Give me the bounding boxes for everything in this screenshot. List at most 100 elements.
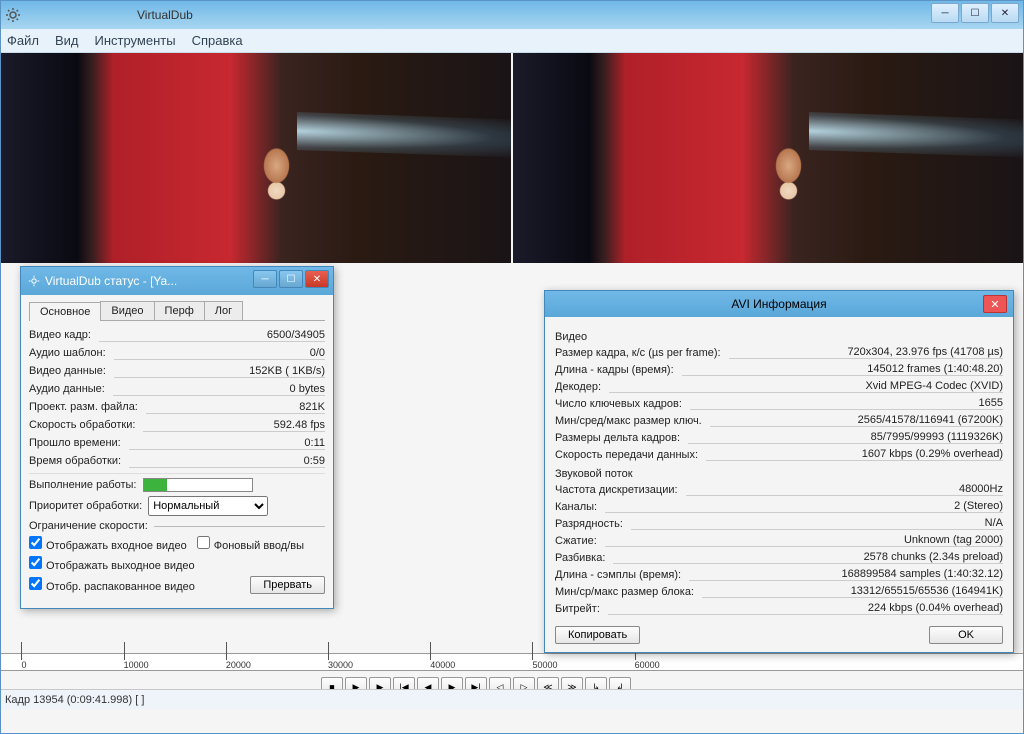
minimize-button[interactable]: ─ xyxy=(931,3,959,23)
tab-main[interactable]: Основное xyxy=(29,302,101,321)
val: 145012 frames (1:40:48.20) xyxy=(682,363,1003,376)
preview-row xyxy=(1,53,1023,263)
lbl: Число ключевых кадров: xyxy=(555,398,682,410)
app-icon xyxy=(5,7,21,23)
val: 6500/34905 xyxy=(99,329,325,342)
lbl: Время обработки: xyxy=(29,455,121,467)
lbl: Декодер: xyxy=(555,381,601,393)
tick: 50000 xyxy=(532,660,557,670)
lbl: Частота дискретизации: xyxy=(555,484,678,496)
tick: 10000 xyxy=(124,660,149,670)
statusbar: Кадр 13954 (0:09:41.998) [ ] xyxy=(1,689,1023,709)
val: 2578 chunks (2.34s preload) xyxy=(613,551,1003,564)
lbl: Длина - кадры (время): xyxy=(555,364,674,376)
tick: 30000 xyxy=(328,660,353,670)
checkbox[interactable] xyxy=(197,536,210,549)
lbl: Проект. разм. файла: xyxy=(29,401,138,413)
timeline-ruler[interactable]: 0 10000 20000 30000 40000 50000 60000 xyxy=(1,653,1023,671)
cb-show-input[interactable]: Отображать входное видео xyxy=(29,536,187,552)
menu-tools[interactable]: Инструменты xyxy=(95,33,176,48)
ok-button[interactable]: OK xyxy=(929,626,1003,644)
val: 0:11 xyxy=(129,437,325,450)
abort-button[interactable]: Прервать xyxy=(250,576,325,594)
status-close-button[interactable]: ✕ xyxy=(305,270,329,288)
val: Unknown (tag 2000) xyxy=(605,534,1003,547)
lbl: Длина - сэмплы (время): xyxy=(555,569,681,581)
status-dialog[interactable]: VirtualDub статус - [Ya... ─ ☐ ✕ Основно… xyxy=(20,266,334,609)
val: 48000Hz xyxy=(686,483,1003,496)
tab-perf[interactable]: Перф xyxy=(154,301,205,320)
val: 2 (Stereo) xyxy=(605,500,1003,513)
menubar: Файл Вид Инструменты Справка xyxy=(1,29,1023,53)
timeline: 0 10000 20000 30000 40000 50000 60000 ■ … xyxy=(1,653,1023,689)
menu-view[interactable]: Вид xyxy=(55,33,79,48)
progress-bar xyxy=(143,478,253,492)
titlebar[interactable]: VirtualDub ─ ☐ ✕ xyxy=(1,1,1023,29)
status-min-button[interactable]: ─ xyxy=(253,270,277,288)
avi-info-dialog[interactable]: AVI Информация ✕ Видео Размер кадра, к/с… xyxy=(544,290,1014,653)
tab-log[interactable]: Лог xyxy=(204,301,243,320)
audio-group-label: Звуковой поток xyxy=(555,468,1003,480)
tick: 20000 xyxy=(226,660,251,670)
status-titlebar[interactable]: VirtualDub статус - [Ya... ─ ☐ ✕ xyxy=(21,267,333,295)
lbl: Видео кадр: xyxy=(29,329,91,341)
window-title: VirtualDub xyxy=(137,8,193,22)
val: 821K xyxy=(146,401,325,414)
input-preview[interactable] xyxy=(1,53,511,263)
status-frame-text: Кадр 13954 (0:09:41.998) [ ] xyxy=(5,694,144,706)
gear-icon xyxy=(27,274,41,288)
cb-bg-io[interactable]: Фоновый ввод/вы xyxy=(197,536,304,552)
val: Xvid MPEG-4 Codec (XVID) xyxy=(609,380,1003,393)
maximize-button[interactable]: ☐ xyxy=(961,3,989,23)
tick: 60000 xyxy=(635,660,660,670)
checkbox[interactable] xyxy=(29,556,42,569)
checkbox[interactable] xyxy=(29,536,42,549)
output-preview[interactable] xyxy=(513,53,1023,263)
menu-help[interactable]: Справка xyxy=(192,33,243,48)
status-title: VirtualDub статус - [Ya... xyxy=(45,274,177,288)
limit-label: Ограничение скорости: xyxy=(29,520,148,532)
val: 0/0 xyxy=(114,347,325,360)
status-tabs: Основное Видео Перф Лог xyxy=(29,301,325,321)
progress-label: Выполнение работы: xyxy=(29,479,137,491)
tab-video[interactable]: Видео xyxy=(100,301,154,320)
lbl: Прошло времени: xyxy=(29,437,121,449)
val: 152KB ( 1KB/s) xyxy=(114,365,325,378)
close-button[interactable]: ✕ xyxy=(991,3,1019,23)
val: 1655 xyxy=(690,397,1003,410)
cb-show-output[interactable]: Отображать выходное видео xyxy=(29,556,195,572)
lbl: Мин/сред/макс размер ключ. xyxy=(555,415,702,427)
menu-file[interactable]: Файл xyxy=(7,33,39,48)
lbl: Видео данные: xyxy=(29,365,106,377)
val: 720x304, 23.976 fps (41708 µs) xyxy=(729,346,1003,359)
val: 0 bytes xyxy=(113,383,325,396)
tick: 0 xyxy=(21,660,26,670)
tick: 40000 xyxy=(430,660,455,670)
copy-button[interactable]: Копировать xyxy=(555,626,640,644)
lbl: Скорость передачи данных: xyxy=(555,449,698,461)
val: 592.48 fps xyxy=(143,419,325,432)
avi-titlebar[interactable]: AVI Информация ✕ xyxy=(545,291,1013,317)
checkbox[interactable] xyxy=(29,577,42,590)
avi-title: AVI Информация xyxy=(731,297,826,311)
val: 168899584 samples (1:40:32.12) xyxy=(689,568,1003,581)
status-max-button[interactable]: ☐ xyxy=(279,270,303,288)
lbl: Скорость обработки: xyxy=(29,419,135,431)
lbl: Разрядность: xyxy=(555,518,623,530)
lbl: Аудио данные: xyxy=(29,383,105,395)
lbl: Разбивка: xyxy=(555,552,605,564)
lbl: Размер кадра, к/с (µs per frame): xyxy=(555,347,721,359)
video-group-label: Видео xyxy=(555,331,1003,343)
cb-show-decoded[interactable]: Отобр. распакованное видео xyxy=(29,577,195,593)
lbl: Аудио шаблон: xyxy=(29,347,106,359)
priority-select[interactable]: Нормальный xyxy=(148,496,268,516)
lbl: Размеры дельта кадров: xyxy=(555,432,680,444)
avi-close-button[interactable]: ✕ xyxy=(983,295,1007,313)
val: N/A xyxy=(631,517,1003,530)
val: 13312/65515/65536 (164941K) xyxy=(702,585,1003,598)
lbl: Битрейт: xyxy=(555,603,600,615)
val: 0:59 xyxy=(129,455,325,468)
val: 85/7995/99993 (1119326K) xyxy=(688,431,1003,444)
priority-label: Приоритет обработки: xyxy=(29,500,142,512)
speed-slider[interactable] xyxy=(154,526,325,532)
